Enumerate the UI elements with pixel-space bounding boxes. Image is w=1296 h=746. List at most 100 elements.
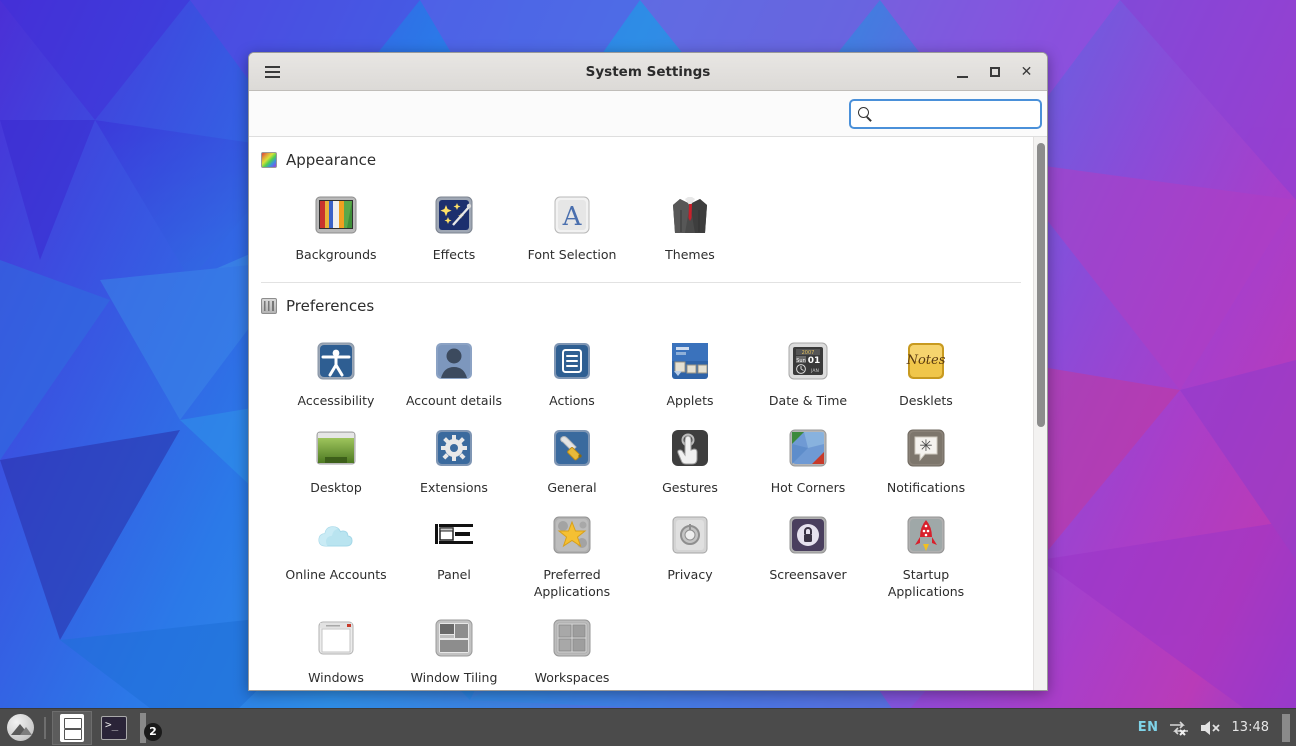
item-label: Panel	[437, 566, 471, 582]
settings-item-window-tiling[interactable]: Window Tiling	[395, 606, 513, 690]
settings-item-general[interactable]: General	[513, 416, 631, 503]
svg-text:Notes: Notes	[906, 353, 946, 368]
taskbar-window-terminal[interactable]: >_	[94, 711, 134, 745]
item-label: Workspaces	[534, 670, 610, 686]
window-title: System Settings	[585, 63, 711, 80]
section-header-preferences: Preferences	[257, 283, 1025, 321]
taskbar-separator	[44, 716, 46, 739]
window-count-badge: 2	[144, 722, 162, 741]
section-header-appearance: Appearance	[257, 137, 1025, 175]
settings-item-notifications[interactable]: ✳ Notifications	[867, 416, 985, 503]
item-label: Accessibility	[297, 392, 375, 408]
item-label: Extensions	[420, 479, 488, 495]
section-title: Appearance	[286, 151, 377, 169]
settings-item-windows[interactable]: Windows	[277, 606, 395, 690]
settings-item-desktop[interactable]: Desktop	[277, 416, 395, 503]
settings-item-gestures[interactable]: Gestures	[631, 416, 749, 503]
settings-item-themes[interactable]: Themes	[631, 183, 749, 270]
tray-drag-handle[interactable]	[1282, 713, 1290, 742]
settings-item-date-time[interactable]: 2007 Sun 01 JAN Date & Time	[749, 329, 867, 416]
svg-text:A: A	[562, 202, 583, 232]
settings-item-preferred-applications[interactable]: Preferred Applications	[513, 503, 631, 607]
hamburger-menu-icon[interactable]	[257, 57, 287, 87]
close-button[interactable]: ✕	[1018, 63, 1035, 80]
item-label: Hot Corners	[770, 479, 846, 495]
window-tiling-icon	[430, 614, 478, 662]
section-title: Preferences	[286, 296, 375, 315]
minimize-button[interactable]	[954, 63, 971, 80]
window-controls: ✕	[954, 63, 1047, 80]
windows-icon	[312, 614, 360, 662]
network-disconnected-icon[interactable]	[1168, 719, 1190, 737]
actions-icon	[548, 337, 596, 385]
svg-text:Sun: Sun	[796, 358, 806, 364]
privacy-icon	[666, 511, 714, 559]
preferred-applications-icon	[548, 511, 596, 559]
backgrounds-icon	[312, 191, 360, 239]
settings-item-desklets[interactable]: Notes Desklets	[867, 329, 985, 416]
general-icon	[548, 424, 596, 472]
scroll-area: Appearance Backgrounds Effects A Font Se…	[249, 137, 1033, 690]
item-label: Desktop	[310, 479, 362, 495]
file-manager-icon	[60, 713, 84, 742]
settings-item-applets[interactable]: Applets	[631, 329, 749, 416]
svg-text:01: 01	[808, 356, 821, 366]
language-indicator[interactable]: EN	[1138, 720, 1159, 735]
item-label: Preferred Applications	[533, 566, 611, 599]
settings-item-privacy[interactable]: Privacy	[631, 503, 749, 607]
accessibility-icon	[312, 337, 360, 385]
scrollbar-thumb[interactable]	[1037, 143, 1045, 427]
font-selection-icon: A	[548, 191, 596, 239]
settings-item-account-details[interactable]: Account details	[395, 329, 513, 416]
settings-item-workspaces[interactable]: Workspaces	[513, 606, 631, 690]
account-details-icon	[430, 337, 478, 385]
settings-item-hot-corners[interactable]: Hot Corners	[749, 416, 867, 503]
themes-icon	[666, 191, 714, 239]
desklets-icon: Notes	[902, 337, 950, 385]
item-label: Startup Applications	[887, 566, 965, 599]
sliders-icon	[261, 297, 277, 314]
settings-item-font-selection[interactable]: A Font Selection	[513, 183, 631, 270]
color-palette-icon	[261, 152, 277, 168]
settings-item-accessibility[interactable]: Accessibility	[277, 329, 395, 416]
search-input[interactable]	[880, 100, 1047, 127]
settings-item-actions[interactable]: Actions	[513, 329, 631, 416]
date-time-icon: 2007 Sun 01 JAN	[784, 337, 832, 385]
settings-item-online-accounts[interactable]: Online Accounts	[277, 503, 395, 607]
item-label: Themes	[665, 247, 715, 262]
settings-content: Appearance Backgrounds Effects A Font Se…	[249, 137, 1047, 690]
system-tray: EN 13:48	[1138, 713, 1296, 742]
extensions-icon	[430, 424, 478, 472]
system-settings-window: System Settings ✕ ✕ Appearance	[248, 52, 1048, 691]
volume-muted-icon[interactable]	[1199, 719, 1223, 737]
item-label: Window Tiling	[410, 670, 498, 686]
settings-item-startup-applications[interactable]: Startup Applications	[867, 503, 985, 607]
title-bar: System Settings ✕	[249, 53, 1047, 91]
search-box[interactable]: ✕	[849, 98, 1047, 129]
scrollbar[interactable]	[1033, 137, 1047, 690]
startup-applications-icon	[902, 511, 950, 559]
screensaver-icon	[784, 511, 832, 559]
svg-text:✳: ✳	[919, 436, 932, 455]
settings-item-screensaver[interactable]: Screensaver	[749, 503, 867, 607]
notifications-icon: ✳	[902, 424, 950, 472]
item-label: Gestures	[662, 479, 718, 495]
mint-menu-icon[interactable]	[2, 710, 38, 746]
applets-icon	[666, 337, 714, 385]
hot-corners-icon	[784, 424, 832, 472]
settings-item-extensions[interactable]: Extensions	[395, 416, 513, 503]
item-label: Backgrounds	[295, 247, 377, 262]
item-label: Font Selection	[527, 247, 617, 262]
maximize-button[interactable]	[986, 63, 1003, 80]
desktop-icon	[312, 424, 360, 472]
clock[interactable]: 13:48	[1232, 720, 1269, 735]
item-label: Privacy	[667, 566, 713, 582]
settings-item-effects[interactable]: Effects	[395, 183, 513, 270]
effects-icon	[430, 191, 478, 239]
item-label: Notifications	[886, 479, 966, 495]
taskbar-window-file-manager[interactable]	[52, 710, 92, 745]
taskbar: >_ 2 EN 13:48	[0, 708, 1296, 746]
settings-item-backgrounds[interactable]: Backgrounds	[277, 183, 395, 270]
gestures-icon	[666, 424, 714, 472]
settings-item-panel[interactable]: Panel	[395, 503, 513, 607]
